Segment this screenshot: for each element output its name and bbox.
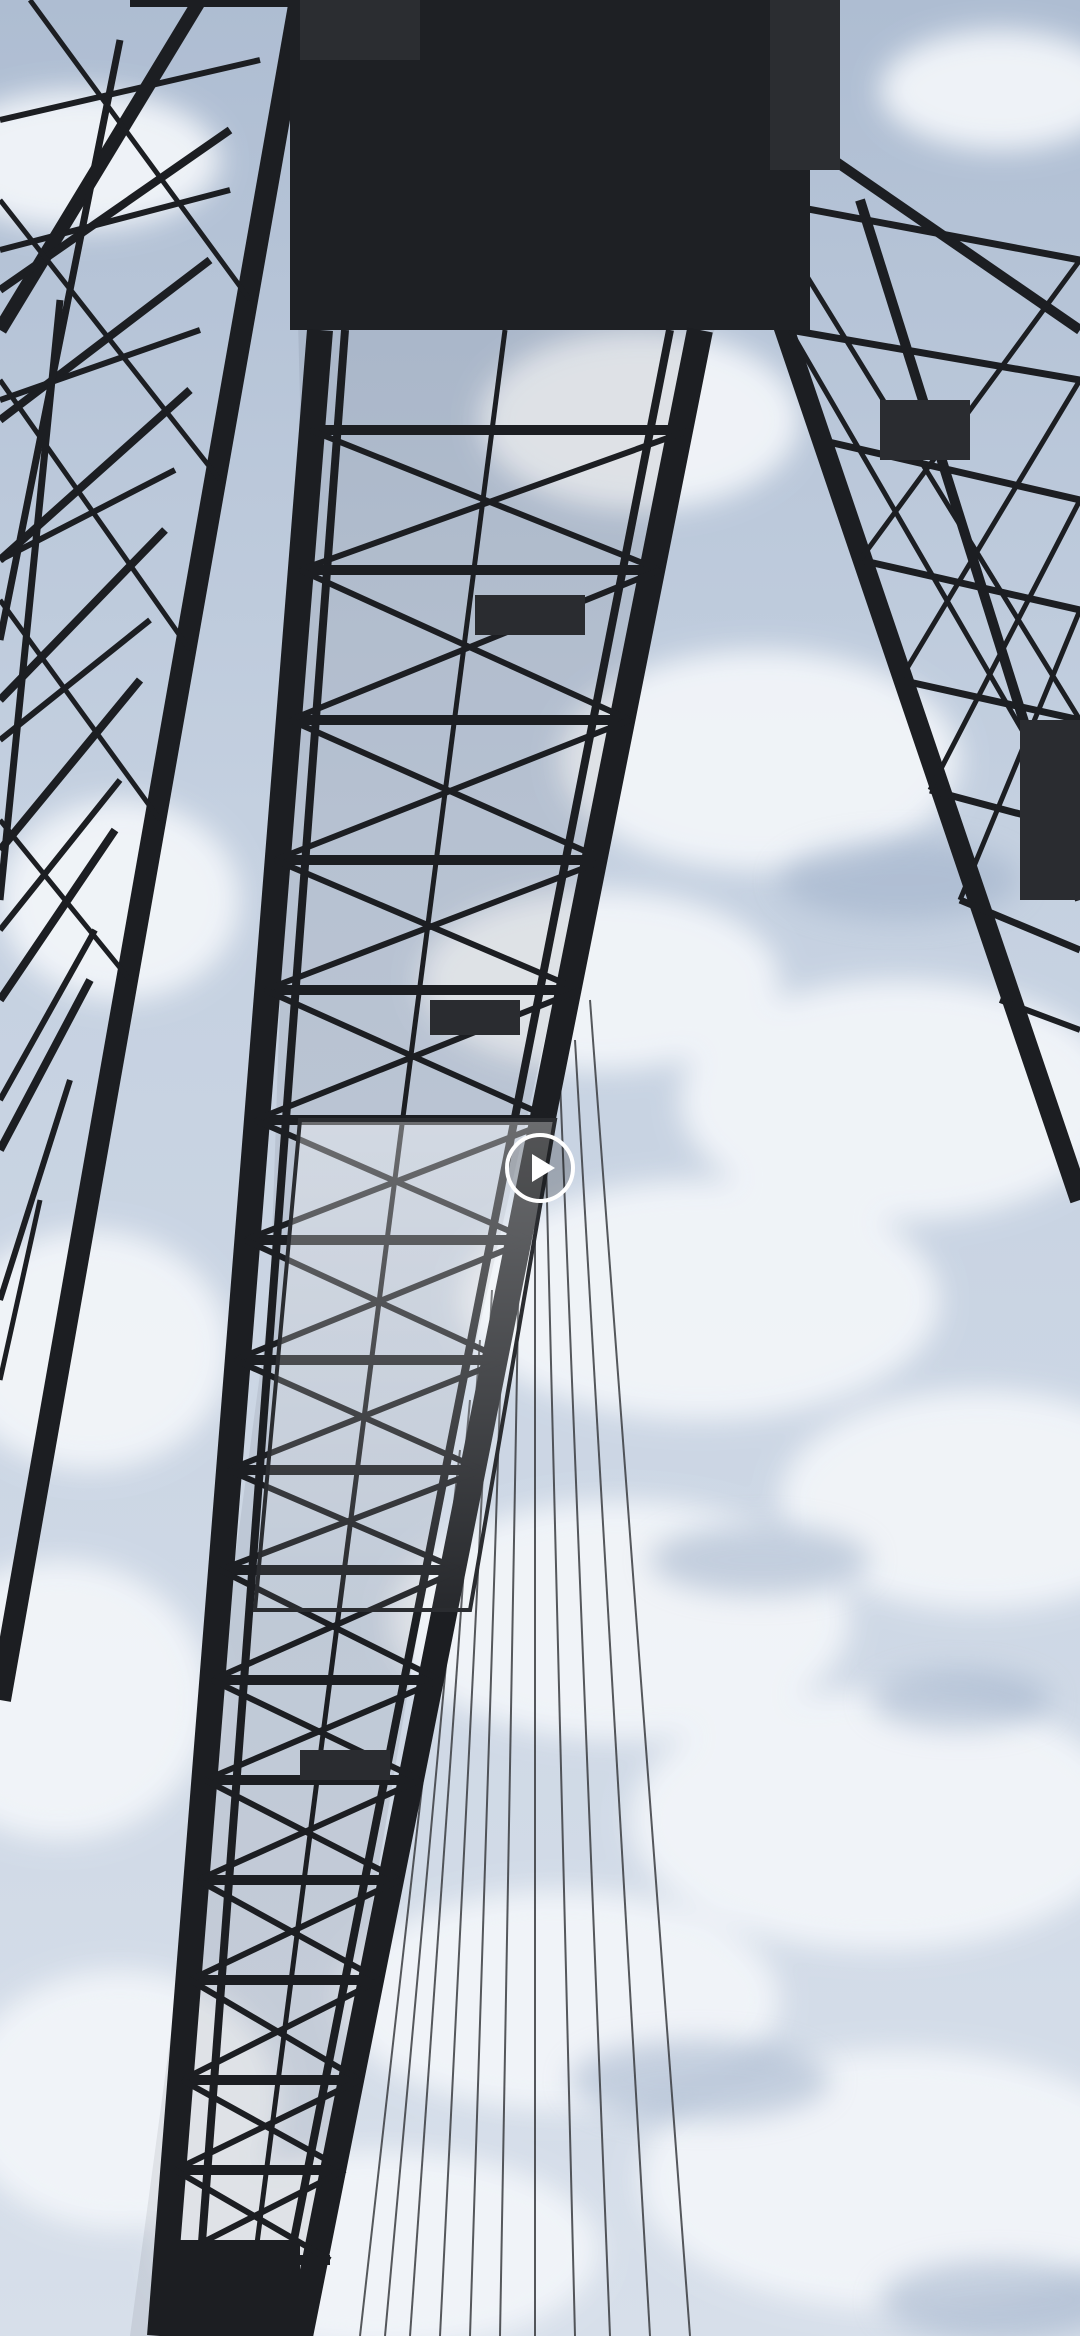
play-button[interactable] [505,1133,575,1203]
video-viewer[interactable] [0,0,1080,2336]
play-icon [531,1154,555,1182]
